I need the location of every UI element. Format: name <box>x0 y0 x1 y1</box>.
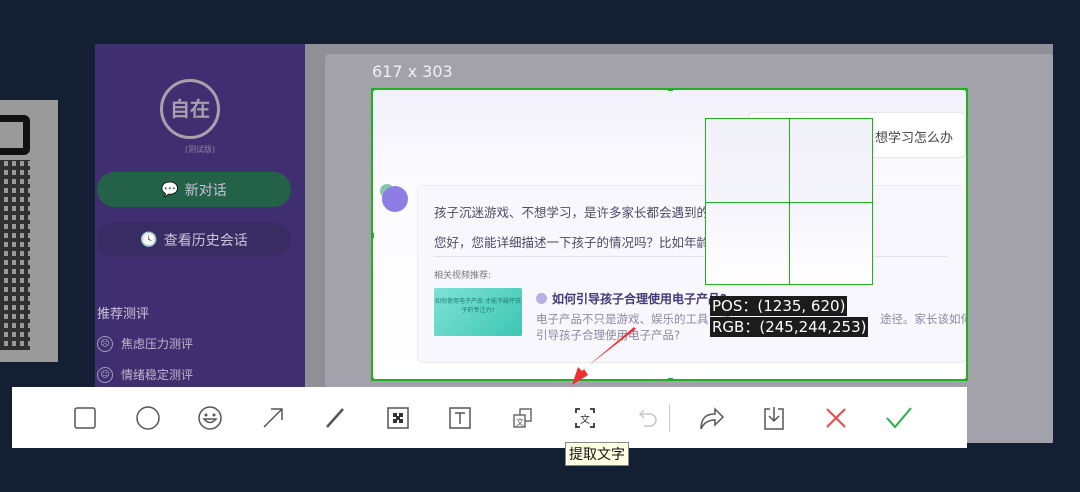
extract-text-tool[interactable]: 文 <box>554 398 617 438</box>
pen-tool[interactable] <box>304 398 367 438</box>
extract-text-icon: 文 <box>575 407 596 428</box>
text-tool[interactable] <box>429 398 492 438</box>
rectangle-icon <box>74 406 96 429</box>
red-arrow-annotation <box>572 327 636 385</box>
recommend-item[interactable]: ☹ 焦虑压力测评 <box>97 335 193 352</box>
resize-handle[interactable] <box>965 90 966 91</box>
pen-icon <box>326 407 345 428</box>
chat-plus-icon: 💬 <box>161 181 179 198</box>
resize-handle[interactable] <box>373 90 374 91</box>
ellipse-tool[interactable] <box>117 398 180 438</box>
text-icon <box>449 406 471 429</box>
resize-handle[interactable] <box>965 378 966 379</box>
video-desc: 途径。家长该如何 <box>880 312 968 326</box>
video-thumbnail[interactable]: 如何使用电子产品 才能不破坏孩子的专注力? <box>434 288 522 336</box>
undo-icon <box>638 408 657 427</box>
face-icon: ☹ <box>97 335 113 352</box>
mosaic-tool[interactable] <box>367 398 430 438</box>
magnifier <box>705 118 873 285</box>
smiley-icon <box>198 405 222 430</box>
screenshot-toolbar: 文 文 <box>12 387 967 448</box>
recommend-title: 推荐测评 <box>97 307 150 322</box>
play-icon <box>536 293 547 304</box>
tooltip: 提取文字 <box>565 442 629 466</box>
app-logo: 自在 <box>160 79 220 139</box>
history-label: 查看历史会话 <box>163 232 248 249</box>
clock-icon: 🕓 <box>140 231 158 248</box>
svg-text:文: 文 <box>580 413 590 426</box>
emoji-tool[interactable] <box>179 398 242 438</box>
video-title: 如何引导孩子合理使用电子产品? <box>552 292 727 306</box>
bot-text-line: 您好，您能详细描述一下孩子的情况吗？比如年龄、 <box>434 235 722 250</box>
capture-selection[interactable]: 想学习怎么办 孩子沉迷游戏、不想学习，是许多家长都会遇到的问 您好，您能详细描述… <box>371 88 968 381</box>
video-title-link[interactable]: 如何引导孩子合理使用电子产品? <box>536 290 727 307</box>
sidebar: 自在 (测试版) 💬 新对话 🕓 查看历史会话 推荐测评 ☹ 焦虑压力测评 ☺ 情绪稳定… <box>95 44 305 443</box>
rgb-readout: RGB：(245,244,253) <box>710 317 869 337</box>
bot-text-line: 孩子沉迷游戏、不想学习，是许多家长都会遇到的问 <box>434 205 722 220</box>
recommend-item[interactable]: ☺ 情绪稳定测评 <box>97 366 193 383</box>
download-icon <box>764 406 784 430</box>
resize-handle[interactable] <box>373 378 374 379</box>
share-icon <box>700 406 725 429</box>
cancel-button[interactable] <box>805 398 868 438</box>
face-icon: ☺ <box>97 366 113 383</box>
qr-code-background <box>0 100 58 362</box>
save-button[interactable] <box>743 398 806 438</box>
new-chat-button[interactable]: 💬 新对话 <box>97 172 291 207</box>
rectangle-tool[interactable] <box>54 398 117 438</box>
related-videos-title: 相关视频推荐: <box>434 271 492 281</box>
bot-message: 孩子沉迷游戏、不想学习，是许多家长都会遇到的问 您好，您能详细描述一下孩子的情况… <box>417 185 968 363</box>
close-icon <box>826 407 846 428</box>
share-button[interactable] <box>680 398 743 438</box>
translate-tool[interactable]: 文 <box>492 398 555 438</box>
bot-avatar <box>382 186 408 212</box>
svg-text:文: 文 <box>516 417 524 427</box>
position-readout: POS：(1235, 620) <box>710 296 848 316</box>
mosaic-icon <box>387 406 409 429</box>
resize-handle[interactable] <box>373 233 374 238</box>
toolbar-divider <box>669 403 670 432</box>
resize-handle[interactable] <box>668 90 673 91</box>
recommend-item-label: 焦虑压力测评 <box>121 337 194 351</box>
circle-icon <box>136 405 160 430</box>
confirm-button[interactable] <box>868 398 931 438</box>
new-chat-label: 新对话 <box>184 182 227 199</box>
check-icon <box>886 406 912 429</box>
arrow-icon <box>263 407 283 428</box>
recommend-item-label: 情绪稳定测评 <box>121 368 194 382</box>
beta-label: (测试版) <box>184 145 216 154</box>
translate-icon: 文 <box>513 407 532 428</box>
resize-handle[interactable] <box>668 378 673 379</box>
arrow-tool[interactable] <box>242 398 305 438</box>
selection-size-label: 617 x 303 <box>372 62 453 81</box>
history-button[interactable]: 🕓 查看历史会话 <box>97 222 291 257</box>
